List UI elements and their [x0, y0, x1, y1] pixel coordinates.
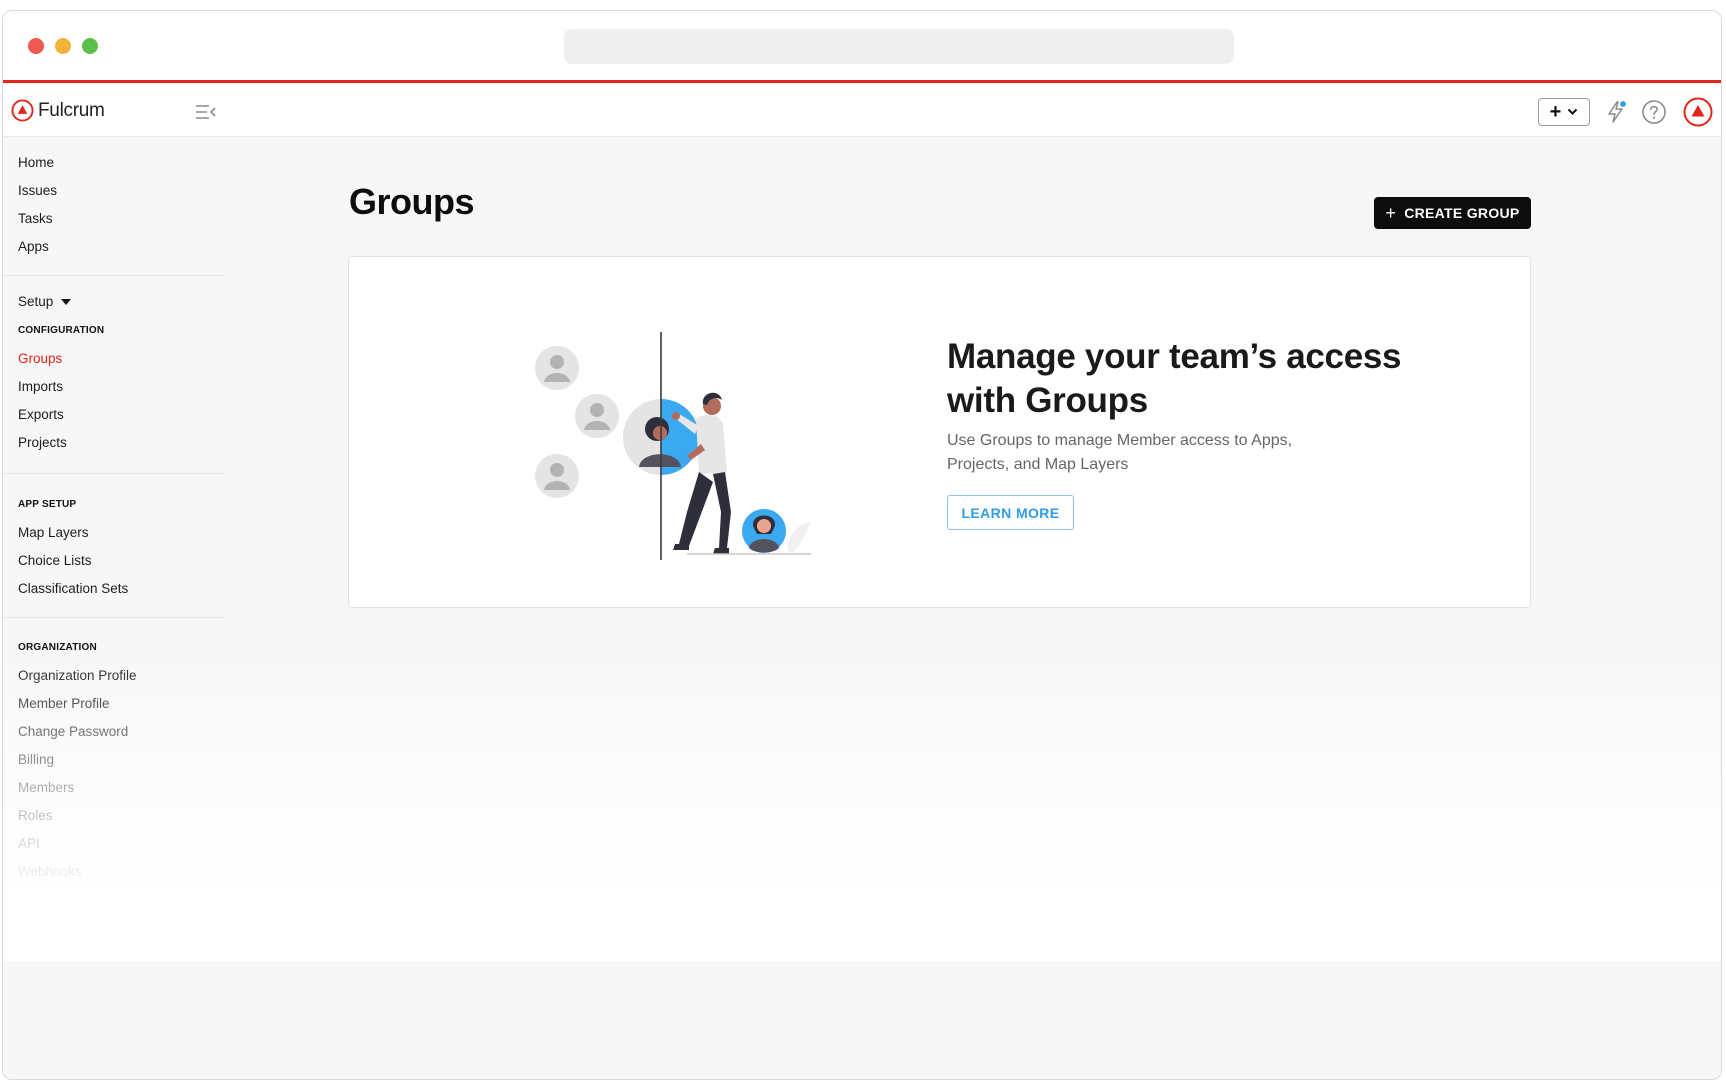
plus-icon: +	[1385, 203, 1397, 223]
sidebar-item-issues[interactable]: Issues	[18, 183, 57, 198]
browser-chrome	[3, 11, 1721, 83]
app-header: Fulcrum +	[3, 86, 1721, 137]
sidebar-item-roles[interactable]: Roles	[18, 808, 53, 823]
sidebar-item-classification-sets[interactable]: Classification Sets	[18, 581, 128, 596]
sidebar-item-organization-profile[interactable]: Organization Profile	[18, 668, 137, 683]
sidebar-item-member-profile[interactable]: Member Profile	[18, 696, 110, 711]
sidebar-item-apps[interactable]: Apps	[18, 239, 49, 254]
sidebar-item-billing[interactable]: Billing	[18, 752, 54, 767]
section-heading-configuration: CONFIGURATION	[18, 325, 105, 336]
sidebar-item-map-layers[interactable]: Map Layers	[18, 525, 89, 540]
caret-down-icon	[61, 299, 72, 306]
sidebar-item-members[interactable]: Members	[18, 780, 74, 795]
sidebar-divider	[3, 473, 225, 474]
sidebar-item-home[interactable]: Home	[18, 155, 54, 170]
minimize-window-button[interactable]	[55, 38, 71, 54]
section-heading-app-setup: APP SETUP	[18, 499, 77, 510]
user-avatar-icon[interactable]	[1683, 97, 1713, 127]
setup-toggle[interactable]: Setup	[18, 294, 72, 309]
learn-more-button[interactable]: LEARN MORE	[947, 495, 1074, 530]
sidebar-divider	[3, 617, 225, 618]
fulcrum-logo[interactable]: Fulcrum	[11, 99, 105, 122]
person-placeholder-icon	[535, 346, 579, 390]
add-new-dropdown[interactable]: +	[1538, 98, 1590, 126]
help-icon[interactable]	[1641, 99, 1667, 125]
brand-name: Fulcrum	[38, 99, 105, 121]
main-content: Groups + CREATE GROUP Manage your team’s…	[225, 137, 1721, 1079]
new-member-icon	[742, 509, 811, 554]
sidebar: Home Issues Tasks Apps Setup CONFIGURATI…	[3, 137, 225, 1079]
sidebar-item-webhooks[interactable]: Webhooks	[18, 864, 82, 879]
groups-illustration	[535, 332, 811, 560]
sidebar-item-choice-lists[interactable]: Choice Lists	[18, 553, 92, 568]
chevron-down-icon	[1568, 108, 1578, 115]
close-window-button[interactable]	[28, 38, 44, 54]
setup-label: Setup	[18, 294, 54, 309]
person-placeholder-icon	[535, 454, 579, 498]
sidebar-item-projects[interactable]: Projects	[18, 435, 67, 450]
sidebar-divider	[3, 275, 225, 276]
empty-state-heading: Manage your team’s access with Groups	[947, 337, 1402, 420]
sidebar-item-imports[interactable]: Imports	[18, 379, 63, 394]
sidebar-item-audit-logs[interactable]: Audit Logs	[18, 892, 82, 907]
sidebar-item-change-password[interactable]: Change Password	[18, 724, 128, 739]
fulcrum-logo-icon	[11, 99, 34, 122]
create-group-button[interactable]: + CREATE GROUP	[1374, 197, 1531, 229]
collapse-sidebar-button[interactable]	[195, 103, 217, 121]
empty-state-card: Manage your team’s access with Groups Us…	[348, 256, 1531, 608]
empty-state-description: Use Groups to manage Member access to Ap…	[947, 432, 1293, 473]
create-group-label: CREATE GROUP	[1404, 205, 1520, 221]
person-figure	[672, 392, 731, 554]
sidebar-item-tasks[interactable]: Tasks	[18, 211, 53, 226]
sidebar-item-groups[interactable]: Groups	[18, 351, 62, 366]
sidebar-item-api[interactable]: API	[18, 836, 40, 851]
address-bar[interactable]	[564, 29, 1234, 64]
page-title: Groups	[349, 181, 475, 222]
person-placeholder-icon	[575, 394, 619, 438]
browser-window: Fulcrum + Home Issues Tasks Apps Setup C…	[2, 10, 1722, 1080]
add-icon: +	[1549, 101, 1562, 123]
collapse-menu-icon	[196, 105, 216, 119]
bolt-icon[interactable]	[1603, 99, 1629, 125]
sidebar-item-exports[interactable]: Exports	[18, 407, 64, 422]
maximize-window-button[interactable]	[82, 38, 98, 54]
section-heading-organization: ORGANIZATION	[18, 642, 97, 653]
